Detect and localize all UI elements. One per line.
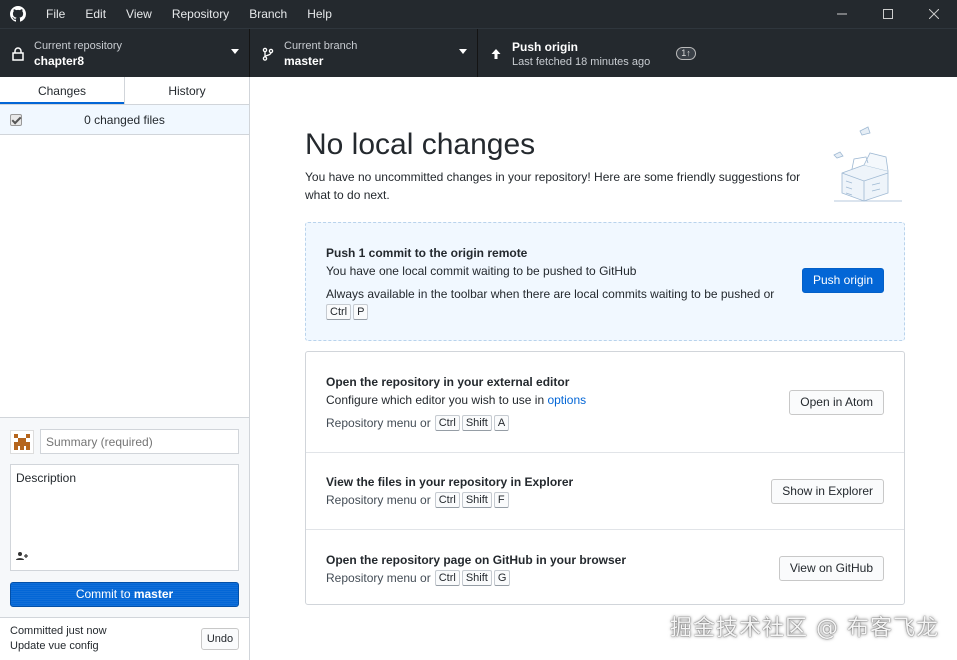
branch-name: master bbox=[284, 53, 324, 68]
editor-card-description: Configure which editor you wish to use i… bbox=[326, 393, 586, 407]
changed-files-header: 0 changed files bbox=[0, 105, 249, 135]
commit-button-prefix: Commit to bbox=[75, 587, 134, 601]
menu-bar: File Edit View Repository Branch Help bbox=[36, 0, 342, 28]
kbd-p: P bbox=[353, 304, 369, 320]
push-origin-card-button[interactable]: Push origin bbox=[801, 268, 884, 293]
push-title: Push origin bbox=[512, 39, 578, 54]
repository-label: Current repository bbox=[34, 39, 123, 52]
editor-card-hint: Repository menu or bbox=[326, 416, 431, 430]
kbd-shift: Shift bbox=[461, 570, 492, 586]
chevron-down-icon bbox=[231, 49, 239, 54]
changed-files-count: 0 changed files bbox=[84, 112, 165, 127]
editor-card-title: Open the repository in your external edi… bbox=[326, 375, 570, 389]
description-field[interactable]: Description bbox=[10, 464, 239, 571]
branch-label: Current branch bbox=[284, 39, 358, 52]
github-card-shortcut: Repository menu or Ctrl Shift G bbox=[326, 570, 511, 586]
chevron-down-icon bbox=[459, 49, 467, 54]
kbd-a: A bbox=[493, 415, 510, 431]
menu-view[interactable]: View bbox=[116, 0, 162, 28]
page-subtitle: You have no uncommitted changes in your … bbox=[305, 170, 801, 202]
kbd-ctrl: Ctrl bbox=[434, 492, 460, 508]
close-button[interactable] bbox=[911, 0, 957, 28]
github-suggestion: Open the repository page on GitHub in yo… bbox=[306, 529, 904, 605]
add-coauthor-icon[interactable] bbox=[16, 551, 28, 564]
commit-button-branch: master bbox=[133, 587, 174, 601]
undo-button[interactable]: Undo bbox=[201, 628, 239, 650]
push-suggestion-card: Push 1 commit to the origin remote You h… bbox=[305, 222, 905, 341]
menu-branch[interactable]: Branch bbox=[239, 0, 297, 28]
open-in-atom-button[interactable]: Open in Atom bbox=[789, 390, 884, 415]
sidebar-tabs: Changes History bbox=[0, 77, 249, 105]
select-all-checkbox[interactable] bbox=[10, 114, 22, 126]
sidebar: Changes History 0 changed files Descript… bbox=[0, 77, 250, 660]
explorer-card-hint: Repository menu or bbox=[326, 493, 431, 507]
empty-state-illustration-icon bbox=[833, 126, 902, 202]
maximize-icon bbox=[883, 9, 893, 19]
github-card-title: Open the repository page on GitHub in yo… bbox=[326, 553, 627, 567]
push-card-shortcut: Ctrl P bbox=[326, 304, 369, 320]
last-commit-panel: Committed just now Update vue config Und… bbox=[0, 617, 249, 660]
watermark: 掘金技术社区 @ 布客飞龙 bbox=[670, 616, 939, 641]
kbd-shift: Shift bbox=[461, 492, 492, 508]
main-content: No local changes You have no uncommitted… bbox=[250, 77, 957, 660]
last-commit-message: Update vue config bbox=[10, 640, 99, 652]
github-logo-icon bbox=[0, 0, 36, 28]
current-branch-dropdown[interactable]: Current branch master bbox=[250, 29, 478, 78]
maximize-button[interactable] bbox=[865, 0, 911, 28]
kbd-f: F bbox=[493, 492, 509, 508]
kbd-shift: Shift bbox=[461, 415, 492, 431]
branch-icon bbox=[260, 47, 276, 61]
kbd-ctrl: Ctrl bbox=[434, 415, 460, 431]
editor-suggestion: Open the repository in your external edi… bbox=[306, 352, 904, 452]
minimize-icon bbox=[837, 13, 847, 15]
description-placeholder: Description bbox=[16, 471, 77, 485]
suggestions-card: Open the repository in your external edi… bbox=[305, 351, 905, 605]
menu-repository[interactable]: Repository bbox=[162, 0, 239, 28]
editor-card-description-text: Configure which editor you wish to use i… bbox=[326, 393, 548, 407]
editor-card-shortcut: Repository menu or Ctrl Shift A bbox=[326, 415, 510, 431]
lock-icon bbox=[10, 46, 26, 61]
tab-changes[interactable]: Changes bbox=[0, 77, 124, 104]
push-card-description: You have one local commit waiting to be … bbox=[326, 264, 637, 278]
options-link[interactable]: options bbox=[547, 393, 586, 407]
last-fetched-text: Last fetched 18 minutes ago bbox=[512, 55, 651, 68]
ahead-count-badge: 1↑ bbox=[676, 47, 696, 60]
github-card-hint: Repository menu or bbox=[326, 571, 431, 585]
kbd-ctrl: Ctrl bbox=[326, 304, 352, 320]
arrow-up-icon bbox=[488, 47, 504, 61]
view-on-github-button[interactable]: View on GitHub bbox=[778, 556, 884, 581]
show-in-explorer-button[interactable]: Show in Explorer bbox=[771, 479, 884, 504]
repository-name: chapter8 bbox=[34, 53, 85, 68]
last-commit-time: Committed just now bbox=[10, 625, 107, 637]
kbd-ctrl: Ctrl bbox=[434, 570, 460, 586]
explorer-card-shortcut: Repository menu or Ctrl Shift F bbox=[326, 492, 509, 508]
close-icon bbox=[929, 9, 939, 19]
current-repository-dropdown[interactable]: Current repository chapter8 bbox=[0, 29, 250, 78]
push-origin-button[interactable]: Push origin Last fetched 18 minutes ago … bbox=[478, 29, 718, 78]
menu-help[interactable]: Help bbox=[297, 0, 342, 28]
explorer-suggestion: View the files in your repository in Exp… bbox=[306, 452, 904, 529]
title-bar: File Edit View Repository Branch Help bbox=[0, 0, 957, 28]
menu-edit[interactable]: Edit bbox=[75, 0, 116, 28]
toolbar: Current repository chapter8 Current bran… bbox=[0, 28, 957, 78]
minimize-button[interactable] bbox=[819, 0, 865, 28]
kbd-g: G bbox=[493, 570, 511, 586]
commit-panel: Description Commit to master bbox=[0, 417, 249, 617]
page-title: No local changes bbox=[305, 128, 536, 161]
summary-input[interactable] bbox=[40, 429, 239, 454]
push-card-hint: Always available in the toolbar when the… bbox=[326, 287, 775, 301]
push-card-title: Push 1 commit to the origin remote bbox=[326, 246, 528, 260]
commit-button[interactable]: Commit to master bbox=[10, 582, 239, 607]
menu-file[interactable]: File bbox=[36, 0, 75, 28]
avatar bbox=[10, 430, 34, 454]
explorer-card-title: View the files in your repository in Exp… bbox=[326, 475, 574, 489]
window-controls bbox=[819, 0, 957, 28]
tab-history[interactable]: History bbox=[124, 77, 249, 104]
